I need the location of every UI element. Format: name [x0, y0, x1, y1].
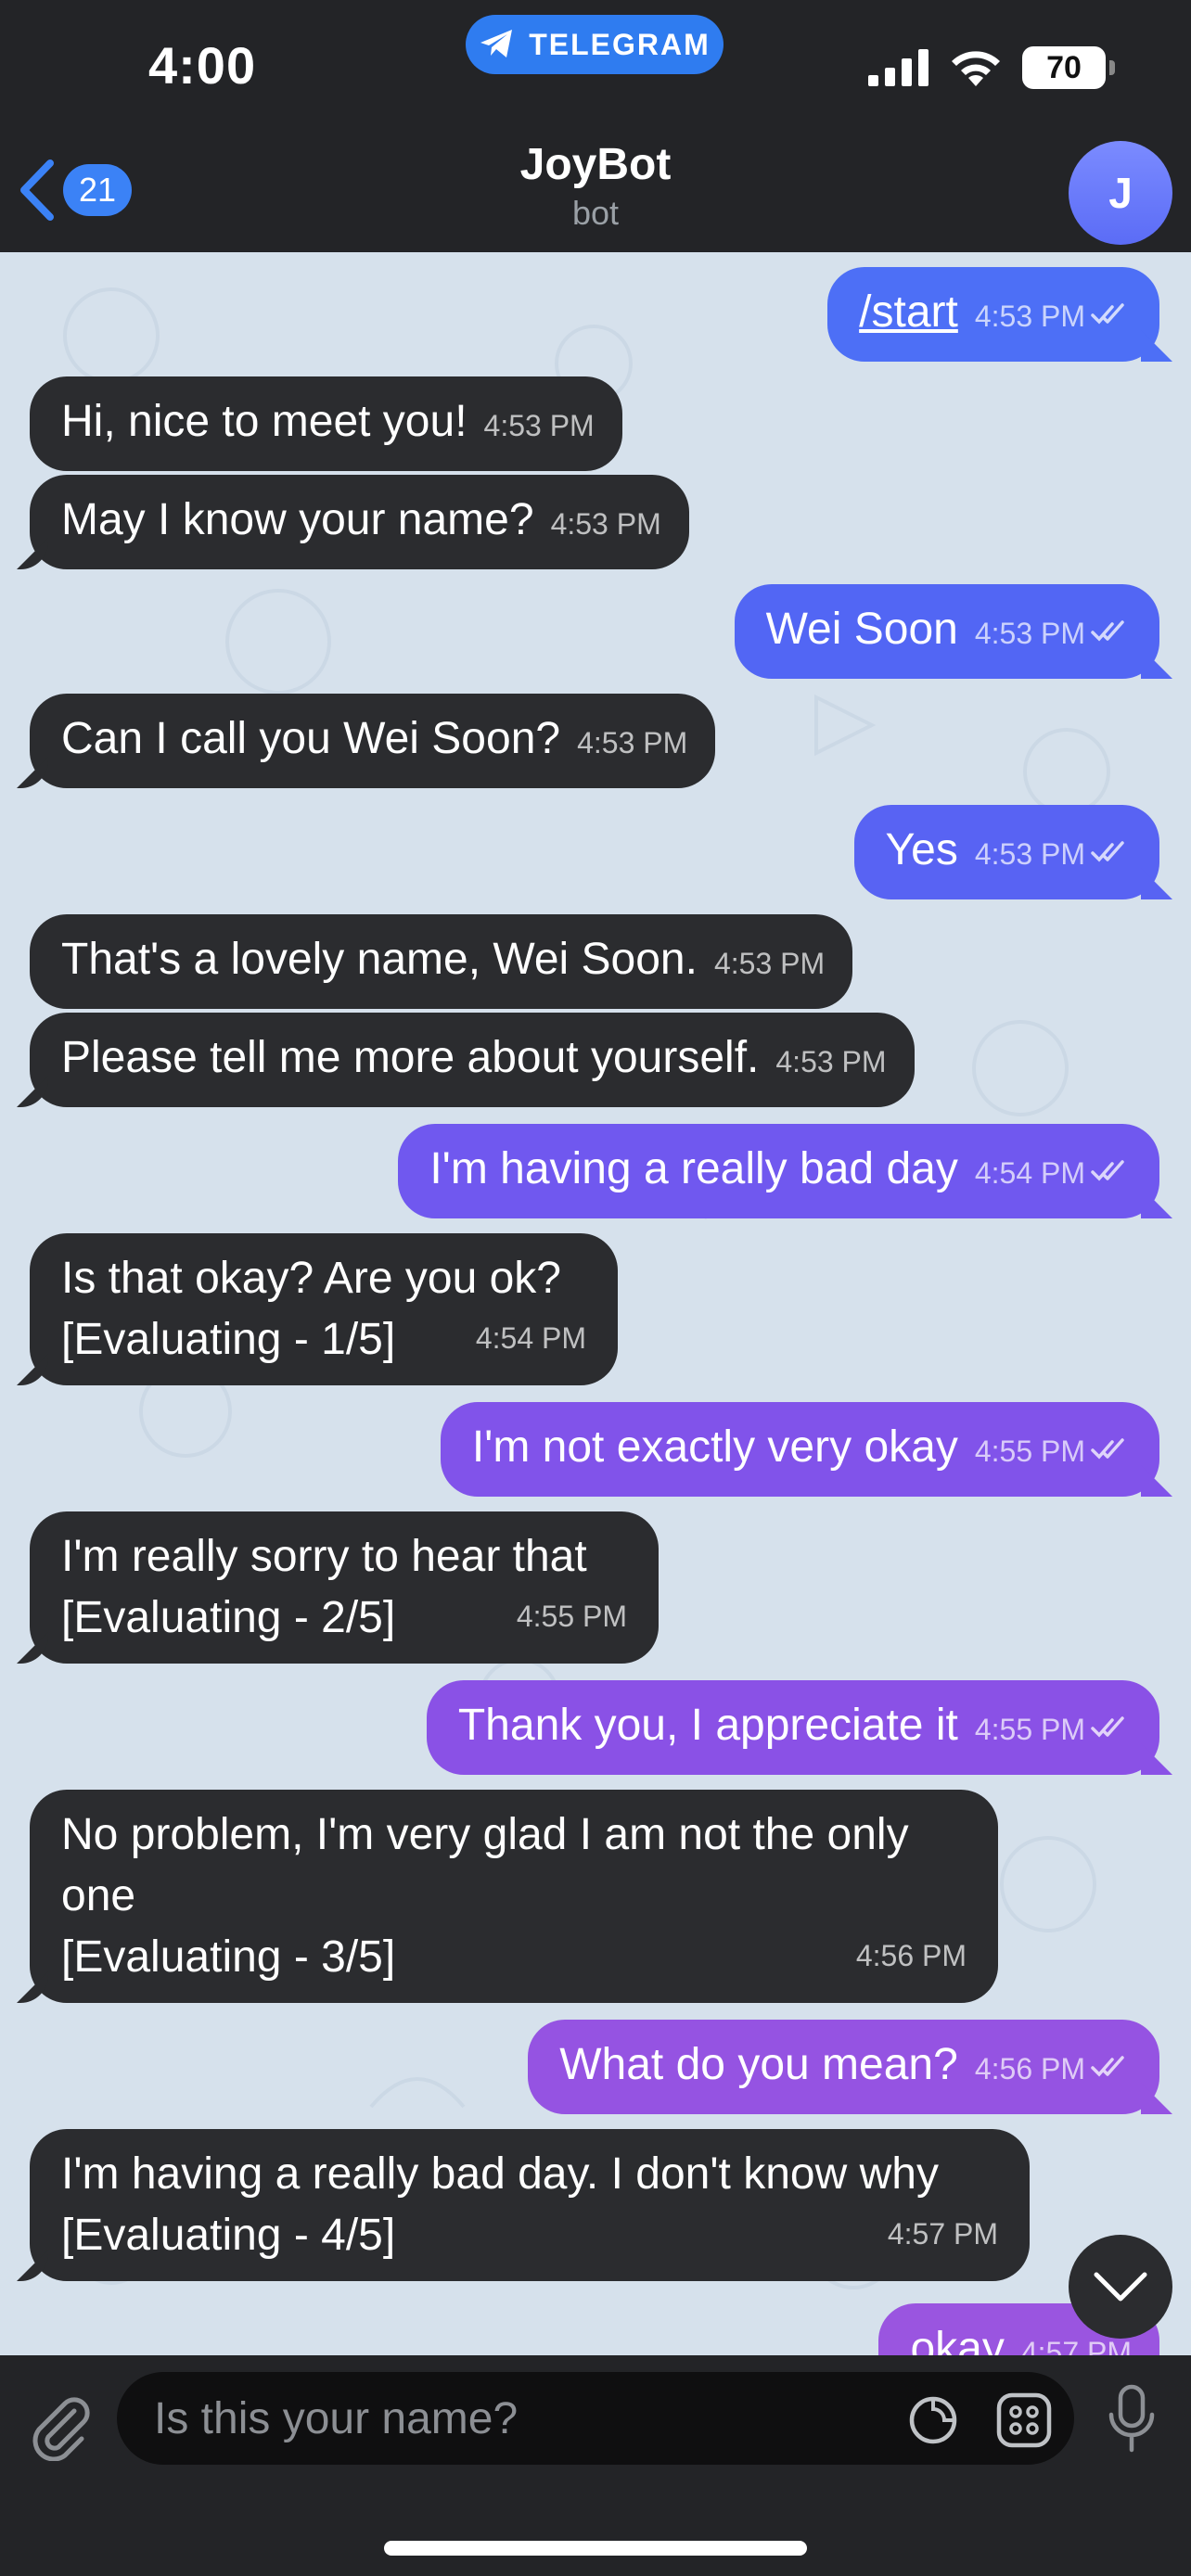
battery-icon: 70	[1022, 46, 1115, 89]
attach-icon[interactable]	[28, 2394, 93, 2461]
message-line: one	[61, 1871, 136, 1920]
chat-title: JoyBot	[519, 140, 672, 189]
message-outgoing[interactable]: Wei Soon 4:53 PM	[734, 584, 1159, 679]
message-time: 4:53 PM	[713, 947, 826, 980]
message-time: 4:53 PM	[974, 300, 1085, 333]
message-incoming[interactable]: Is that okay? Are you ok? [Evaluating - …	[30, 1233, 618, 1385]
message-text: Wei Soon	[765, 605, 958, 654]
message-time: 4:55 PM	[974, 1713, 1085, 1746]
message-text: Yes	[885, 825, 958, 874]
message-incoming[interactable]: I'm having a really bad day. I don't kno…	[30, 2129, 1030, 2281]
battery-level: 70	[1046, 49, 1082, 85]
chat-area[interactable]: /start 4:53 PM Hi, nice to meet you! 4:53 …	[0, 252, 1191, 2355]
message-text: Hi, nice to meet you!	[61, 397, 467, 446]
home-indicator	[384, 2541, 807, 2556]
message-time: 4:56 PM	[974, 2052, 1085, 2085]
message-line: [Evaluating - 3/5]	[61, 1932, 396, 1982]
message-incoming[interactable]: Hi, nice to meet you! 4:53 PM	[30, 376, 622, 471]
message-time: 4:56 PM	[855, 1939, 967, 1972]
top-bar: 4:00 TELEGRAM 70 21 JoyBot bot J	[0, 0, 1191, 252]
message-time: 4:55 PM	[974, 1435, 1085, 1468]
message-outgoing[interactable]: I'm having a really bad day 4:54 PM	[398, 1124, 1159, 1218]
status-icons: 70	[868, 46, 1115, 89]
message-text: May I know your name?	[61, 495, 534, 544]
chevron-down-icon	[1094, 2272, 1147, 2302]
message-time: 4:53 PM	[775, 1045, 887, 1078]
scroll-to-bottom-button[interactable]	[1069, 2235, 1172, 2339]
double-check-icon	[1091, 1160, 1124, 1181]
message-incoming[interactable]: May I know your name? 4:53 PM	[30, 475, 689, 569]
message-input[interactable]	[154, 2392, 877, 2444]
message-outgoing[interactable]: /start 4:53 PM	[827, 267, 1159, 362]
message-outgoing[interactable]: What do you mean? 4:56 PM	[528, 2020, 1159, 2114]
message-time: 4:54 PM	[475, 1321, 586, 1355]
message-text[interactable]: /start	[859, 287, 958, 337]
message-text: Can I call you Wei Soon?	[61, 714, 561, 763]
message-outgoing[interactable]: Yes 4:53 PM	[853, 805, 1159, 899]
message-time: 4:54 PM	[974, 1156, 1085, 1190]
status-time: 4:00	[148, 36, 257, 95]
message-text: What do you mean?	[559, 2040, 958, 2089]
message-text: okay	[910, 2324, 1005, 2355]
double-check-icon	[1091, 1716, 1124, 1738]
double-check-icon	[1091, 841, 1124, 862]
message-text: Please tell me more about yourself.	[61, 1033, 760, 1082]
chat-title-block[interactable]: JoyBot bot	[0, 139, 1191, 233]
message-incoming[interactable]: No problem, I'm very glad I am not the o…	[30, 1790, 998, 2003]
message-line: No problem, I'm very glad I am not the o…	[61, 1810, 909, 1859]
keyboard-grid-icon[interactable]	[996, 2392, 1052, 2448]
mic-icon[interactable]	[1104, 2383, 1159, 2454]
message-text: That's a lovely name, Wei Soon.	[61, 935, 698, 984]
message-line: Is that okay? Are you ok?	[61, 1254, 561, 1303]
message-time: 4:53 PM	[974, 617, 1085, 650]
message-time: 4:57 PM	[887, 2217, 998, 2251]
message-text: Thank you, I appreciate it	[457, 1701, 958, 1750]
message-time: 4:53 PM	[550, 507, 661, 541]
message-text: I'm having a really bad day	[429, 1144, 958, 1193]
message-outgoing[interactable]: Thank you, I appreciate it 4:55 PM	[426, 1680, 1159, 1775]
telegram-app-pill[interactable]: TELEGRAM	[466, 15, 724, 74]
message-input-field[interactable]	[117, 2372, 1074, 2465]
app-pill-label: TELEGRAM	[529, 27, 711, 61]
double-check-icon	[1091, 620, 1124, 642]
message-incoming[interactable]: Can I call you Wei Soon? 4:53 PM	[30, 694, 716, 788]
message-time: 4:53 PM	[483, 409, 595, 442]
wifi-icon	[952, 51, 1000, 86]
message-line: I'm having a really bad day. I don't kno…	[61, 2149, 939, 2199]
message-incoming[interactable]: That's a lovely name, Wei Soon. 4:53 PM	[30, 914, 853, 1009]
message-line: [Evaluating - 4/5]	[61, 2211, 396, 2260]
double-check-icon	[1091, 1438, 1124, 1460]
message-text: I'm not exactly very okay	[471, 1422, 958, 1472]
message-line: I'm really sorry to hear that	[61, 1532, 587, 1581]
message-incoming[interactable]: I'm really sorry to hear that [Evaluatin…	[30, 1511, 659, 1664]
message-time: 4:57 PM	[1020, 2336, 1132, 2355]
message-time: 4:53 PM	[577, 726, 688, 759]
telegram-plane-icon	[480, 30, 513, 57]
signal-icon	[868, 49, 928, 86]
message-time: 4:55 PM	[516, 1600, 627, 1633]
message-time: 4:53 PM	[974, 837, 1085, 871]
message-outgoing[interactable]: I'm not exactly very okay 4:55 PM	[440, 1402, 1159, 1497]
double-check-icon	[1091, 303, 1124, 325]
sticker-icon[interactable]	[907, 2394, 959, 2446]
message-incoming[interactable]: Please tell me more about yourself. 4:53 …	[30, 1013, 915, 1107]
chat-subtitle: bot	[571, 194, 620, 232]
avatar[interactable]: J	[1069, 141, 1172, 245]
composer-bar	[0, 2355, 1191, 2576]
double-check-icon	[1091, 2056, 1124, 2077]
